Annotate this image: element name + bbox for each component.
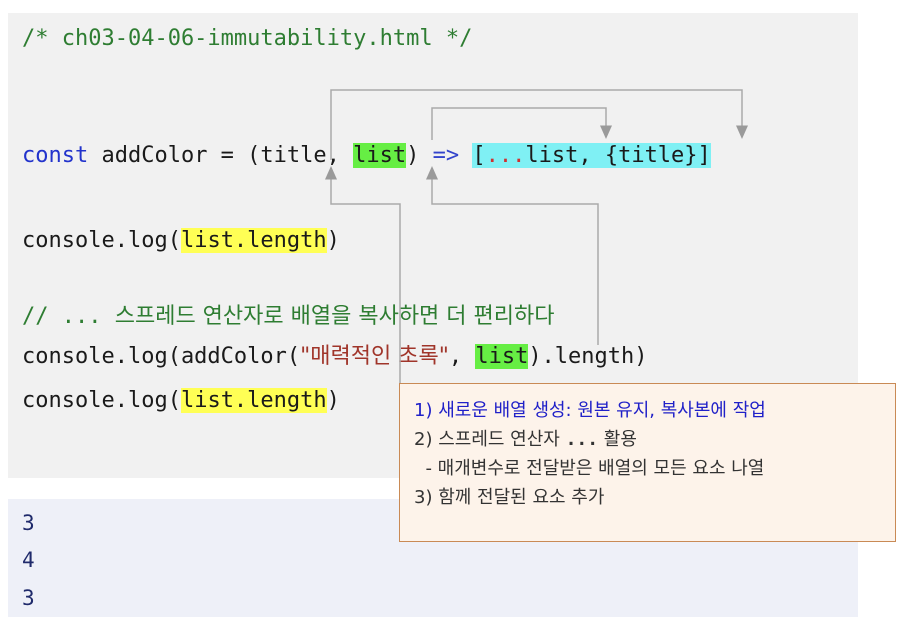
note-line-2-pre: 2) 스프레드 연산자 — [414, 429, 566, 450]
arrow-arg-list — [426, 166, 599, 345]
arrow-list-to-spread — [431, 107, 612, 140]
note-line-2-post: 활용 — [598, 429, 637, 450]
note-line-1: 1) 새로운 배열 생성: 원본 유지, 복사본에 작업 — [414, 400, 766, 421]
annotation-box: 1) 새로운 배열 생성: 원본 유지, 복사본에 작업 2) 스프레드 연산자… — [399, 383, 896, 542]
note-line-4: 3) 함께 전달된 요소 추가 — [414, 487, 605, 508]
note-line-2: 2) 스프레드 연산자 ... 활용 — [414, 425, 881, 454]
arrow-title-to-object — [330, 89, 748, 160]
note-line-3: - 매개변수로 전달받은 배열의 모든 요소 나열 — [414, 458, 765, 479]
note-spread-code: ... — [565, 429, 599, 450]
arrow-arg-title — [325, 166, 401, 395]
